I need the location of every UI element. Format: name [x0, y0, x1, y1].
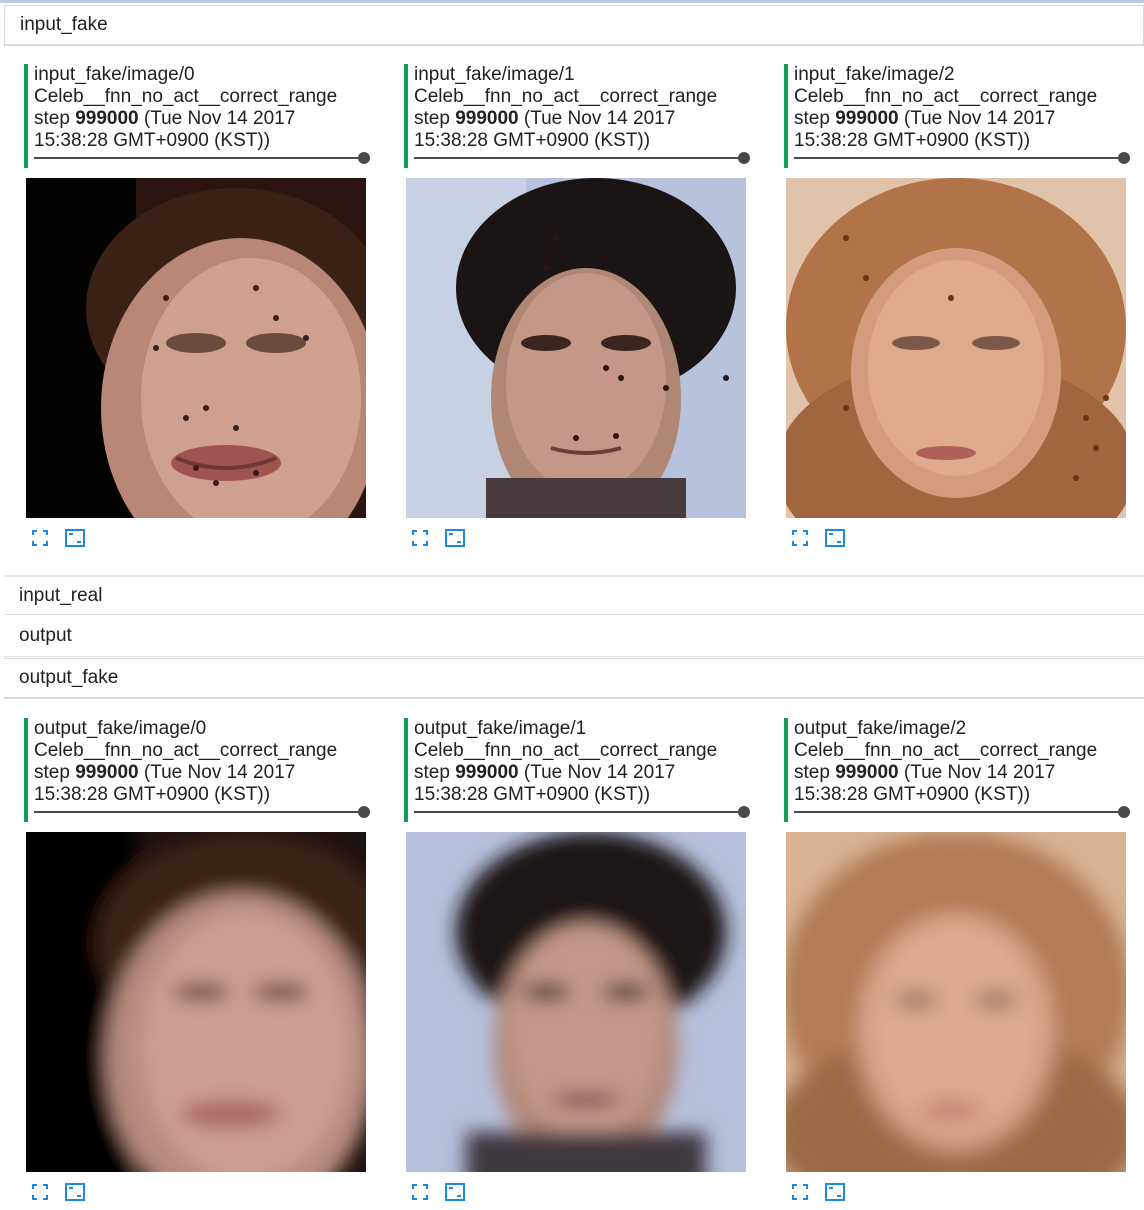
step-slider-knob[interactable] [738, 152, 750, 164]
card-run: Celeb__fnn_no_act__correct_range [794, 86, 1098, 107]
card-metadata: input_fake/image/0 Celeb__fnn_no_act__co… [24, 64, 368, 168]
step-value: 999000 [455, 108, 519, 129]
step-slider-knob[interactable] [1118, 152, 1130, 164]
card-tag: output_fake/image/1 [414, 718, 587, 739]
card-metadata: input_fake/image/1 Celeb__fnn_no_act__co… [404, 64, 748, 168]
card-time: 15:38:28 GMT+0900 (KST)) [414, 784, 651, 805]
fullscreen-icon[interactable] [789, 527, 811, 549]
card-tag: input_fake/image/2 [794, 64, 955, 85]
card-time: 15:38:28 GMT+0900 (KST)) [34, 784, 271, 805]
card-tag: input_fake/image/0 [34, 64, 195, 85]
category-title: input_fake [20, 14, 108, 35]
category-header-input-real[interactable]: input_real [4, 575, 1144, 615]
card-step-line: step 999000 (Tue Nov 14 2017 [34, 108, 296, 129]
step-value: 999000 [835, 762, 899, 783]
card-time: 15:38:28 GMT+0900 (KST)) [794, 784, 1031, 805]
actual-size-icon[interactable] [824, 1181, 846, 1203]
category-title: input_real [19, 584, 103, 606]
step-slider-track[interactable] [414, 157, 744, 159]
card-time: 15:38:28 GMT+0900 (KST)) [794, 130, 1031, 151]
fullscreen-icon[interactable] [409, 1181, 431, 1203]
step-slider-track[interactable] [414, 811, 744, 813]
fullscreen-icon[interactable] [409, 527, 431, 549]
step-slider-knob[interactable] [358, 152, 370, 164]
card-run: Celeb__fnn_no_act__correct_range [414, 740, 718, 761]
step-value: 999000 [75, 108, 139, 129]
face-image [26, 178, 366, 518]
step-value: 999000 [75, 762, 139, 783]
step-slider-track[interactable] [34, 811, 364, 813]
category-header-input-fake[interactable]: input_fake [4, 5, 1144, 46]
step-slider-track[interactable] [794, 811, 1124, 813]
step-slider-knob[interactable] [358, 806, 370, 818]
top-accent-bar [0, 0, 1144, 3]
card-time: 15:38:28 GMT+0900 (KST)) [414, 130, 651, 151]
card-run: Celeb__fnn_no_act__correct_range [794, 740, 1098, 761]
card-step-line: step 999000 (Tue Nov 14 2017 [414, 762, 676, 783]
category-title: output [19, 625, 72, 646]
step-slider-track[interactable] [794, 157, 1124, 159]
actual-size-icon[interactable] [824, 527, 846, 549]
face-image [786, 832, 1126, 1172]
step-value: 999000 [835, 108, 899, 129]
card-tag: output_fake/image/2 [794, 718, 967, 739]
card-step-line: step 999000 (Tue Nov 14 2017 [414, 108, 676, 129]
category-header-output[interactable]: output [4, 616, 1144, 657]
card-run: Celeb__fnn_no_act__correct_range [34, 740, 338, 761]
face-image [406, 178, 746, 518]
card-metadata: output_fake/image/0 Celeb__fnn_no_act__c… [24, 718, 368, 822]
card-tag: output_fake/image/0 [34, 718, 207, 739]
card-step-line: step 999000 (Tue Nov 14 2017 [794, 108, 1056, 129]
category-header-output-fake[interactable]: output_fake [4, 658, 1144, 699]
face-image [406, 832, 746, 1172]
card-run: Celeb__fnn_no_act__correct_range [34, 86, 338, 107]
fullscreen-icon[interactable] [29, 527, 51, 549]
step-slider-track[interactable] [34, 157, 364, 159]
card-step-line: step 999000 (Tue Nov 14 2017 [34, 762, 296, 783]
card-run: Celeb__fnn_no_act__correct_range [414, 86, 718, 107]
card-tag: input_fake/image/1 [414, 64, 575, 85]
actual-size-icon[interactable] [64, 1181, 86, 1203]
actual-size-icon[interactable] [444, 1181, 466, 1203]
fullscreen-icon[interactable] [789, 1181, 811, 1203]
card-step-line: step 999000 (Tue Nov 14 2017 [794, 762, 1056, 783]
category-title: output_fake [19, 667, 119, 688]
card-metadata: output_fake/image/1 Celeb__fnn_no_act__c… [404, 718, 748, 822]
step-value: 999000 [455, 762, 519, 783]
actual-size-icon[interactable] [444, 527, 466, 549]
card-time: 15:38:28 GMT+0900 (KST)) [34, 130, 271, 151]
face-image [786, 178, 1126, 518]
actual-size-icon[interactable] [64, 527, 86, 549]
fullscreen-icon[interactable] [29, 1181, 51, 1203]
step-slider-knob[interactable] [1118, 806, 1130, 818]
card-metadata: output_fake/image/2 Celeb__fnn_no_act__c… [784, 718, 1128, 822]
step-slider-knob[interactable] [738, 806, 750, 818]
face-image [26, 832, 366, 1172]
card-metadata: input_fake/image/2 Celeb__fnn_no_act__co… [784, 64, 1128, 168]
